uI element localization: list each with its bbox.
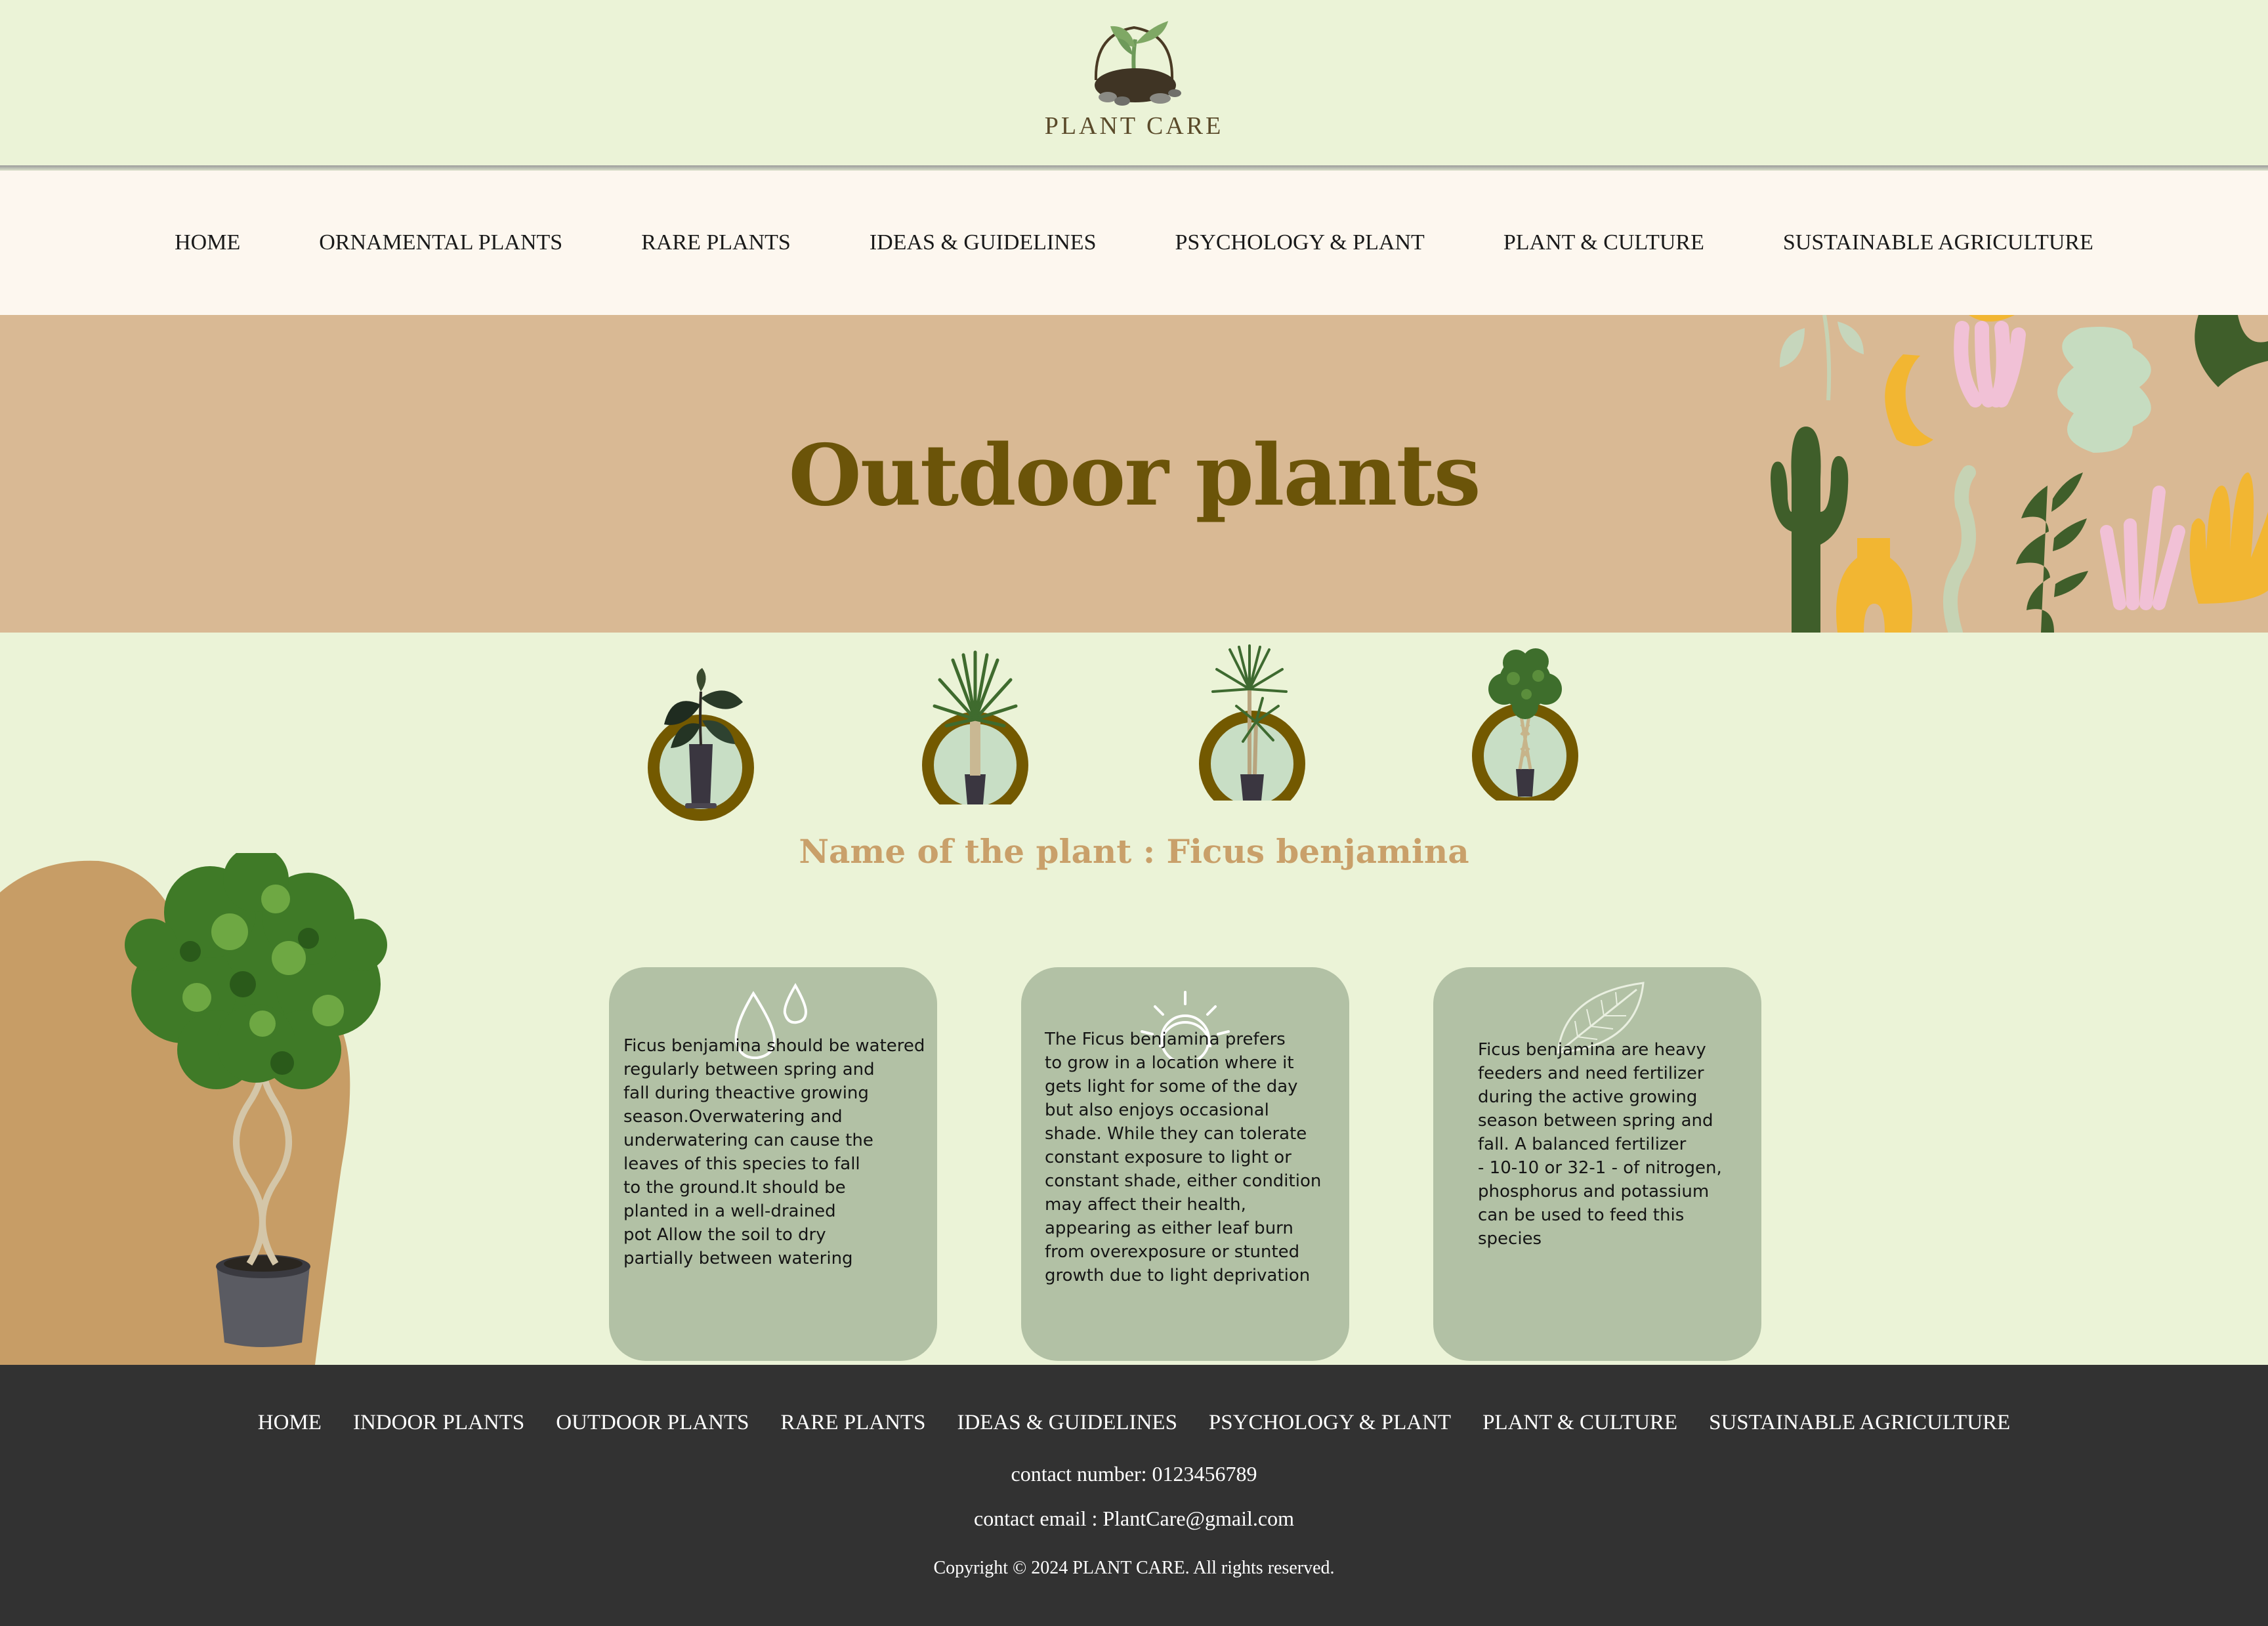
footer-link-home[interactable]: HOME <box>258 1411 322 1435</box>
nav-psychology-plant[interactable]: PSYCHOLOGY & PLANT <box>1175 230 1424 255</box>
sprout-in-soil-icon[interactable] <box>1076 8 1192 108</box>
footer-link-psychology-plant[interactable]: PSYCHOLOGY & PLANT <box>1209 1411 1451 1435</box>
contact-number: contact number: 0123456789 <box>1011 1462 1257 1486</box>
footer-link-outdoor-plants[interactable]: OUTDOOR PLANTS <box>556 1411 749 1435</box>
nav-ornamental-plants[interactable]: ORNAMENTAL PLANTS <box>319 230 562 255</box>
nav-sustainable-agriculture[interactable]: SUSTAINABLE AGRICULTURE <box>1783 230 2093 255</box>
nav-plant-culture[interactable]: PLANT & CULTURE <box>1503 230 1704 255</box>
fertilizer-card: Ficus benjamina are heavy feeders and ne… <box>1433 967 1761 1361</box>
fertilizer-text: Ficus benjamina are heavy feeders and ne… <box>1478 1040 1722 1249</box>
footer-link-indoor-plants[interactable]: INDOOR PLANTS <box>353 1411 524 1435</box>
contact-email: contact email : PlantCare@gmail.com <box>974 1507 1294 1530</box>
plant-thumbnail-rubber-plant[interactable] <box>646 665 756 823</box>
main-nav: HOME ORNAMENTAL PLANTS RARE PLANTS IDEAS… <box>0 171 2268 315</box>
watering-text: Ficus benjamina should be watered regula… <box>623 1036 925 1268</box>
plant-thumbnail-yucca[interactable] <box>920 647 1030 804</box>
nav-ideas-guidelines[interactable]: IDEAS & GUIDELINES <box>870 230 1097 255</box>
hero-banner: Outdoor plants <box>0 315 2268 633</box>
footer-nav: HOME INDOOR PLANTS OUTDOOR PLANTS RARE P… <box>0 1411 2268 1435</box>
footer-link-rare-plants[interactable]: RARE PLANTS <box>781 1411 926 1435</box>
plant-thumbnail-dracaena[interactable] <box>1197 643 1307 801</box>
logo-text: PLANT CARE <box>1044 112 1224 140</box>
footer-link-sustainable-agriculture[interactable]: SUSTAINABLE AGRICULTURE <box>1709 1411 2010 1435</box>
watering-card: Ficus benjamina should be watered regula… <box>609 967 937 1361</box>
nav-home[interactable]: HOME <box>175 230 240 255</box>
logo-bar: PLANT CARE <box>0 0 2268 168</box>
decorative-plants-illustration <box>1771 315 2268 633</box>
footer-link-ideas-guidelines[interactable]: IDEAS & GUIDELINES <box>957 1411 1177 1435</box>
light-card: The Ficus benjamina prefers to grow in a… <box>1021 967 1349 1361</box>
copyright: Copyright © 2024 PLANT CARE. All rights … <box>933 1558 1335 1578</box>
nav-rare-plants[interactable]: RARE PLANTS <box>641 230 791 255</box>
plant-thumbnail-ficus-benjamina[interactable] <box>1470 643 1580 801</box>
light-text: The Ficus benjamina prefers to grow in a… <box>1045 1030 1322 1285</box>
ficus-benjamina-illustration <box>0 853 387 1365</box>
footer-link-plant-culture[interactable]: PLANT & CULTURE <box>1482 1411 1677 1435</box>
footer: HOME INDOOR PLANTS OUTDOOR PLANTS RARE P… <box>0 1365 2268 1626</box>
